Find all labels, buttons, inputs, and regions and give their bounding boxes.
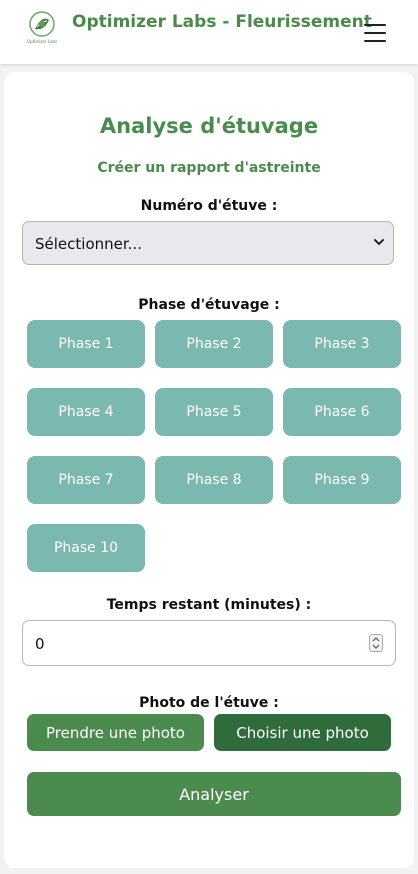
menu-bar [364, 32, 386, 34]
phase-1-button[interactable]: Phase 1 [27, 320, 145, 368]
remaining-time-input[interactable]: 0 [22, 620, 396, 666]
etuve-select-value: Sélectionner... [35, 235, 142, 253]
phase-2-button[interactable]: Phase 2 [155, 320, 273, 368]
etuve-number-label: Numéro d'étuve : [140, 198, 278, 214]
take-photo-button[interactable]: Prendre une photo [27, 714, 204, 751]
stepper-arrows-icon [372, 637, 380, 649]
analysis-form-card: Analyse d'étuvage Créer un rapport d'ast… [4, 72, 414, 868]
phase-5-button[interactable]: Phase 5 [155, 388, 273, 436]
chevron-down-icon [374, 239, 384, 245]
remaining-time-label: Temps restant (minutes) : [106, 597, 312, 613]
phase-7-button[interactable]: Phase 7 [27, 456, 145, 504]
phase-4-button[interactable]: Phase 4 [27, 388, 145, 436]
page-subtitle: Créer un rapport d'astreinte [97, 160, 321, 176]
phase-3-button[interactable]: Phase 3 [283, 320, 401, 368]
app-header: Optimizer Labs Optimizer Labs - Fleuriss… [0, 0, 418, 64]
menu-bar [364, 40, 386, 42]
page-title: Analyse d'étuvage [99, 114, 319, 138]
choose-photo-button[interactable]: Choisir une photo [214, 714, 391, 751]
phase-button-grid: Phase 1 Phase 2 Phase 3 Phase 4 Phase 5 … [27, 320, 401, 572]
menu-bar [364, 24, 386, 26]
phase-label: Phase d'étuvage : [138, 297, 280, 313]
hamburger-menu-icon[interactable] [364, 24, 386, 44]
phase-8-button[interactable]: Phase 8 [155, 456, 273, 504]
phase-6-button[interactable]: Phase 6 [283, 388, 401, 436]
number-stepper[interactable] [369, 634, 383, 652]
logo-text: Optimizer Labs [27, 39, 58, 44]
remaining-time-value: 0 [35, 635, 45, 653]
phase-9-button[interactable]: Phase 9 [283, 456, 401, 504]
etuve-number-select[interactable]: Sélectionner... [22, 221, 394, 265]
app-title: Optimizer Labs - Fleurissement [72, 12, 372, 32]
photo-label: Photo de l'étuve : [139, 695, 279, 711]
analyze-button[interactable]: Analyser [27, 772, 401, 816]
phase-10-button[interactable]: Phase 10 [27, 524, 145, 572]
